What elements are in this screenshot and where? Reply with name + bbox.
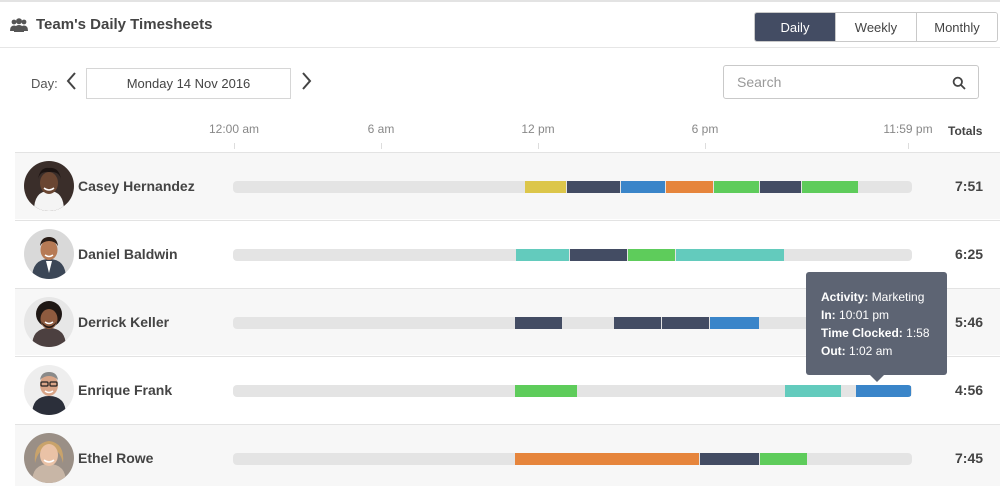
search-box xyxy=(723,65,979,99)
tick-mark xyxy=(908,143,909,149)
employee-name: Daniel Baldwin xyxy=(78,246,178,262)
monthly-view-button[interactable]: Monthly xyxy=(916,13,997,41)
tooltip-in-label: In: xyxy=(821,308,836,322)
totals-header: Totals xyxy=(948,124,983,138)
avatar xyxy=(24,365,74,415)
activity-segment[interactable] xyxy=(661,317,710,329)
activity-segment[interactable] xyxy=(514,453,700,465)
activity-segment[interactable] xyxy=(514,317,562,329)
avatar xyxy=(24,297,74,347)
activity-segment[interactable] xyxy=(676,249,785,261)
next-day-icon[interactable] xyxy=(298,70,314,92)
view-switcher: Daily Weekly Monthly xyxy=(754,12,998,42)
tick-label: 11:59 pm xyxy=(883,122,933,136)
employee-name: Casey Hernandez xyxy=(78,178,195,194)
search-icon[interactable] xyxy=(952,76,966,90)
avatar xyxy=(24,161,74,211)
employee-total: 7:51 xyxy=(955,178,984,194)
tick-label: 6 pm xyxy=(691,122,719,136)
weekly-view-button[interactable]: Weekly xyxy=(835,13,916,41)
activity-segment[interactable] xyxy=(700,453,759,465)
page-title: Team's Daily Timesheets xyxy=(36,16,213,33)
activity-segment[interactable] xyxy=(759,181,802,193)
tooltip-out-value: 1:02 am xyxy=(849,344,893,358)
search-input[interactable] xyxy=(725,67,940,97)
tick-mark xyxy=(381,143,382,149)
activity-segment[interactable] xyxy=(627,249,676,261)
timeline-track xyxy=(233,249,912,261)
tooltip-activity-value: Marketing xyxy=(871,290,925,304)
daily-view-button[interactable]: Daily xyxy=(755,13,835,41)
tick-label: 12:00 am xyxy=(208,122,260,136)
activity-segment[interactable] xyxy=(785,385,841,397)
tooltip-out-label: Out: xyxy=(821,344,846,358)
tick-mark xyxy=(705,143,706,149)
page-header: Team's Daily Timesheets Daily Weekly Mon… xyxy=(0,2,1000,48)
employee-total: 5:46 xyxy=(955,314,984,330)
avatar xyxy=(24,229,74,279)
activity-tooltip: Activity: Marketing In: 10:01 pm Time Cl… xyxy=(806,272,947,382)
employee-name: Ethel Rowe xyxy=(78,450,154,466)
tooltip-clocked-label: Time Clocked: xyxy=(821,326,903,340)
tooltip-activity-label: Activity: xyxy=(821,290,869,304)
activity-segment[interactable] xyxy=(666,181,714,193)
avatar xyxy=(24,433,74,483)
employee-total: 4:56 xyxy=(955,382,984,398)
activity-segment[interactable] xyxy=(524,181,567,193)
activity-segment[interactable] xyxy=(514,385,578,397)
employee-row[interactable]: Ethel Rowe 7:45 xyxy=(15,424,1000,486)
team-icon xyxy=(10,18,28,32)
day-label: Day: xyxy=(31,76,58,91)
employee-total: 6:25 xyxy=(955,246,984,262)
date-display[interactable]: Monday 14 Nov 2016 xyxy=(86,68,291,99)
tick-mark xyxy=(234,143,235,149)
employee-total: 7:45 xyxy=(955,450,984,466)
employee-name: Derrick Keller xyxy=(78,314,170,330)
activity-segment[interactable] xyxy=(802,181,858,193)
activity-segment[interactable] xyxy=(569,249,627,261)
employee-row[interactable]: Casey Hernandez 7:51 xyxy=(15,152,1000,219)
tooltip-in-value: 10:01 pm xyxy=(839,308,890,322)
activity-segment[interactable] xyxy=(620,181,666,193)
timeline-track xyxy=(233,181,912,193)
activity-segment[interactable] xyxy=(714,181,759,193)
tick-mark xyxy=(538,143,539,149)
previous-day-icon[interactable] xyxy=(64,70,80,92)
activity-segment[interactable] xyxy=(856,385,911,397)
tick-label: 12 pm xyxy=(521,122,555,136)
activity-segment[interactable] xyxy=(516,249,569,261)
tooltip-clocked-value: 1:58 xyxy=(906,326,930,340)
timeline-track xyxy=(233,453,912,465)
employee-name: Enrique Frank xyxy=(78,382,173,398)
activity-segment[interactable] xyxy=(613,317,661,329)
activity-segment[interactable] xyxy=(759,453,807,465)
timeline-track xyxy=(233,385,912,397)
activity-segment[interactable] xyxy=(567,181,620,193)
activity-segment[interactable] xyxy=(710,317,759,329)
tick-label: 6 am xyxy=(367,122,395,136)
